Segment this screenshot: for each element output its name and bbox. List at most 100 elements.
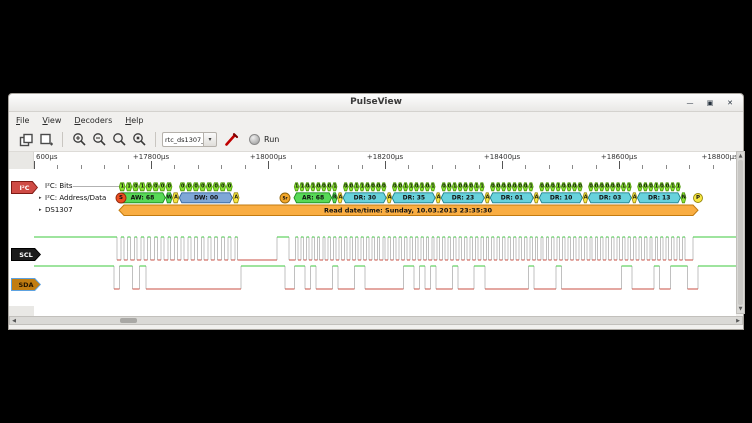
- ruler-time-label: +18000µs: [250, 153, 286, 161]
- svg-text:1: 1: [361, 184, 364, 190]
- toolbar-separator: [155, 132, 156, 147]
- vertical-scrollbar-thumb[interactable]: [738, 160, 743, 305]
- expand-arrow-icon[interactable]: ▸: [39, 207, 43, 213]
- menu-item-file[interactable]: File: [16, 116, 29, 125]
- svg-text:S: S: [119, 195, 123, 201]
- menu-item-view[interactable]: View: [42, 116, 61, 125]
- svg-text:AR: 68: AR: 68: [302, 195, 324, 202]
- scl-label-text: SCL: [12, 249, 40, 260]
- svg-text:DR: 23: DR: 23: [452, 195, 474, 202]
- trace-view[interactable]: Read date/time: Sunday, 10.03.2013 23:35…: [9, 169, 736, 316]
- toolbar: rtc_ds1307_2 ▾ Run: [9, 128, 743, 151]
- svg-text:1: 1: [420, 184, 423, 190]
- run-led-icon: [249, 134, 260, 145]
- titlebar[interactable]: PulseView — ▣ ✕: [9, 94, 743, 112]
- svg-text:Read date/time: Sunday, 10.03.: Read date/time: Sunday, 10.03.2013 23:35…: [324, 207, 492, 215]
- svg-text:P: P: [696, 195, 700, 201]
- svg-text:1: 1: [333, 184, 336, 190]
- svg-text:1: 1: [453, 184, 456, 190]
- scroll-left-icon[interactable]: ◀: [10, 317, 18, 325]
- desktop-background: PulseView — ▣ ✕ File View Decoders Help: [0, 0, 752, 423]
- decoder-tag-label: I²C: [12, 182, 37, 193]
- scroll-right-icon[interactable]: ▶: [734, 317, 742, 325]
- ruler-time-label: +18200µs: [367, 153, 403, 161]
- zoom-original-button[interactable]: [129, 130, 149, 149]
- add-decoder-button[interactable]: [221, 130, 241, 149]
- svg-text:A: A: [584, 195, 588, 201]
- zoom-out-button[interactable]: [89, 130, 109, 149]
- zoom-original-icon: [132, 132, 147, 147]
- session-file-name: rtc_ds1307_2: [165, 136, 204, 144]
- close-button[interactable]: ✕: [725, 98, 735, 108]
- ruler-time-label: +18800µs: [701, 153, 737, 161]
- svg-text:1: 1: [121, 184, 124, 190]
- ruler-corner: [9, 152, 34, 170]
- vertical-scrollbar[interactable]: ▲ ▼: [736, 151, 745, 314]
- combo-dropdown-button[interactable]: ▾: [204, 132, 217, 147]
- decoder-tag-i2c[interactable]: I²C: [11, 181, 38, 194]
- scroll-up-icon[interactable]: ▲: [737, 152, 744, 160]
- scl-trace-label[interactable]: SCL: [11, 248, 41, 261]
- scl-waveform: [34, 237, 736, 260]
- svg-text:A: A: [535, 195, 539, 201]
- decoder-row-label[interactable]: ▸I²C: Address/Data: [39, 194, 106, 202]
- decoder-row-label[interactable]: I²C: Bits: [39, 182, 72, 190]
- horizontal-scrollbar[interactable]: ◀ ▶: [9, 316, 743, 325]
- svg-text:1: 1: [480, 184, 483, 190]
- svg-text:1: 1: [410, 184, 413, 190]
- svg-text:A: A: [174, 195, 178, 201]
- svg-text:1: 1: [141, 184, 144, 190]
- bottom-left-filler: [9, 306, 34, 316]
- svg-text:DR: 01: DR: 01: [501, 195, 523, 202]
- expand-arrow-icon[interactable]: ▸: [39, 195, 43, 201]
- session-file-combo[interactable]: rtc_ds1307_2: [162, 132, 204, 147]
- decoder-row-label[interactable]: ▸DS1307: [39, 206, 73, 214]
- new-view-button[interactable]: [36, 130, 56, 149]
- i2c-address-data-annotations: AW: 68WADW: 00AAR: 68RADR: 30ADR: 35ADR:…: [119, 193, 686, 203]
- zoom-fit-button[interactable]: [109, 130, 129, 149]
- decoder-row-label-text: I²C: Address/Data: [45, 194, 106, 202]
- ruler-time-label: +18600µs: [601, 153, 637, 161]
- svg-text:A: A: [388, 195, 392, 201]
- svg-text:W: W: [167, 195, 173, 201]
- zoom-in-icon: [72, 132, 87, 147]
- ruler-time-label: +17800µs: [133, 153, 169, 161]
- svg-text:A: A: [633, 195, 637, 201]
- menu-item-decoders[interactable]: Decoders: [74, 116, 112, 125]
- horizontal-scrollbar-thumb[interactable]: [120, 318, 137, 323]
- svg-text:1: 1: [628, 184, 631, 190]
- svg-text:1: 1: [529, 184, 532, 190]
- svg-text:A: A: [234, 195, 238, 201]
- scroll-down-icon[interactable]: ▼: [737, 305, 744, 313]
- svg-text:1: 1: [301, 184, 304, 190]
- svg-text:1: 1: [311, 184, 314, 190]
- ruler-time-label: 600µs: [36, 153, 57, 161]
- svg-text:1: 1: [475, 184, 478, 190]
- svg-text:1: 1: [127, 184, 130, 190]
- minimize-button[interactable]: —: [685, 98, 695, 108]
- svg-text:DR: 35: DR: 35: [403, 195, 425, 202]
- ruler-tick: [268, 161, 269, 169]
- run-button[interactable]: Run: [249, 134, 279, 145]
- svg-text:1: 1: [677, 184, 680, 190]
- decoder-row-label-text: I²C: Bits: [45, 182, 72, 190]
- svg-text:N: N: [682, 195, 686, 201]
- menu-item-help[interactable]: Help: [125, 116, 143, 125]
- svg-text:DR: 10: DR: 10: [550, 195, 572, 202]
- sda-trace-label[interactable]: SDA: [11, 278, 41, 291]
- new-view-icon: [39, 133, 53, 147]
- ruler-tick: [619, 161, 620, 169]
- new-session-button[interactable]: [16, 130, 36, 149]
- trace-canvas[interactable]: Read date/time: Sunday, 10.03.2013 23:35…: [9, 169, 736, 316]
- svg-text:1: 1: [622, 184, 625, 190]
- sda-label-text: SDA: [12, 279, 40, 290]
- maximize-button[interactable]: ▣: [705, 98, 715, 108]
- menu-bar: File View Decoders Help: [9, 112, 743, 128]
- ruler-tick: [385, 161, 386, 169]
- chevron-down-icon: ▾: [208, 136, 211, 143]
- pulseview-window: PulseView — ▣ ✕ File View Decoders Help: [8, 93, 744, 330]
- ruler-tick: [502, 161, 503, 169]
- ruler-time-label: +18400µs: [484, 153, 520, 161]
- zoom-fit-icon: [112, 132, 127, 147]
- zoom-in-button[interactable]: [69, 130, 89, 149]
